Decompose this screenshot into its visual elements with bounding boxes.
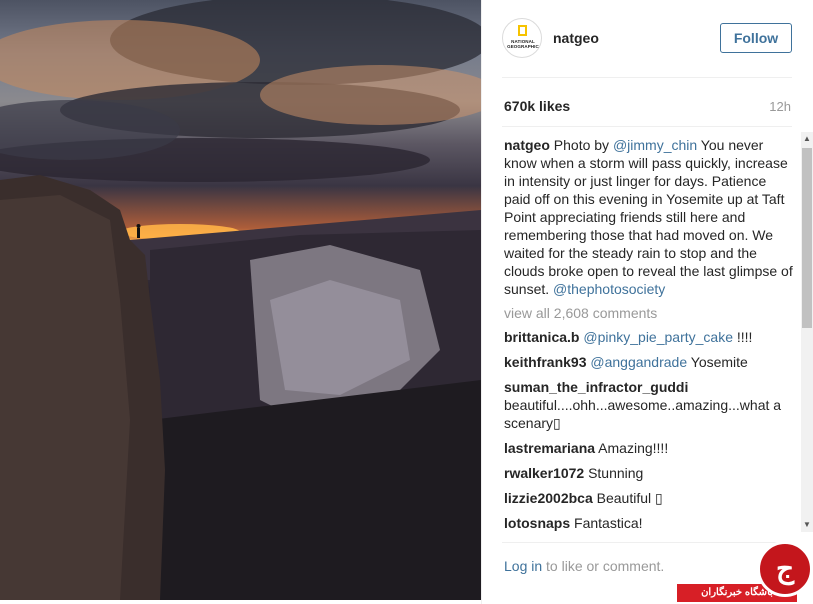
- comment-username[interactable]: rwalker1072: [504, 465, 584, 481]
- comment-username[interactable]: brittanica.b: [504, 329, 579, 345]
- comment-item: lastremariana Amazing!!!!: [504, 439, 794, 457]
- comment-mention[interactable]: @pinky_pie_party_cake: [583, 329, 733, 345]
- comment-mention[interactable]: @anggandrade: [590, 354, 687, 370]
- avatar-label: NATIONAL GEOGRAPHIC: [507, 39, 539, 49]
- comment-text: Beautiful ▯: [592, 490, 663, 506]
- post-header: NATIONAL GEOGRAPHIC natgeo Follow: [502, 18, 792, 60]
- login-prompt: Log in to like or comment.: [504, 558, 664, 574]
- caption-prefix: Photo by: [549, 137, 613, 153]
- scrollbar-thumb[interactable]: [802, 148, 812, 328]
- scroll-down-arrow-icon[interactable]: ▼: [801, 518, 813, 532]
- watermark-logo: باشگاه خبرنگاران ج: [677, 541, 813, 604]
- comment-text: Fantastica!: [570, 515, 643, 531]
- login-rest: to like or comment.: [542, 558, 665, 574]
- comment-username[interactable]: suman_the_infractor_guddi: [504, 379, 688, 395]
- view-all-comments-link[interactable]: view all 2,608 comments: [504, 304, 794, 322]
- comment-text: beautiful....ohh...awesome..amazing...wh…: [504, 397, 782, 431]
- watermark-emblem-icon: ج: [757, 541, 813, 597]
- comment-username[interactable]: lotosnaps: [504, 515, 570, 531]
- caption-username[interactable]: natgeo: [504, 137, 550, 153]
- caption-body: You never know when a storm will pass qu…: [504, 137, 793, 297]
- login-link[interactable]: Log in: [504, 558, 542, 574]
- comment-item: keithfrank93 @anggandrade Yosemite: [504, 353, 794, 371]
- comment-item: lizzie2002bca Beautiful ▯: [504, 489, 794, 507]
- yosemite-sunset-image: [0, 0, 481, 600]
- likes-divider: [502, 126, 792, 127]
- avatar[interactable]: NATIONAL GEOGRAPHIC: [502, 18, 542, 58]
- caption-tag[interactable]: @thephotosociety: [553, 281, 665, 297]
- comment-item: lotosnaps Fantastica!: [504, 514, 794, 532]
- caption-mention[interactable]: @jimmy_chin: [613, 137, 697, 153]
- comment-item: suman_the_infractor_guddi beautiful....o…: [504, 378, 794, 432]
- comment-username[interactable]: lizzie2002bca: [504, 490, 593, 506]
- scroll-up-arrow-icon[interactable]: ▲: [801, 132, 813, 146]
- header-divider: [502, 77, 792, 78]
- comment-text: Yosemite: [687, 354, 748, 370]
- comment-item: brittanica.b @pinky_pie_party_cake !!!!: [504, 328, 794, 346]
- comments-scrollbar[interactable]: ▲ ▼: [801, 132, 813, 532]
- follow-button[interactable]: Follow: [720, 23, 792, 53]
- post-timestamp[interactable]: 12h: [769, 99, 791, 114]
- post-details-panel: NATIONAL GEOGRAPHIC natgeo Follow 670k l…: [481, 0, 813, 604]
- caption: natgeo Photo by @jimmy_chin You never kn…: [504, 136, 794, 298]
- post-username[interactable]: natgeo: [553, 30, 599, 46]
- comment-username[interactable]: keithfrank93: [504, 354, 586, 370]
- natgeo-logo-icon: [518, 25, 527, 36]
- post-photo: [0, 0, 481, 600]
- comment-item: rwalker1072 Stunning: [504, 464, 794, 482]
- comments-section[interactable]: natgeo Photo by @jimmy_chin You never kn…: [504, 136, 794, 532]
- comment-text: Stunning: [584, 465, 644, 481]
- comment-text: Amazing!!!!: [595, 440, 669, 456]
- like-count[interactable]: 670k likes: [504, 98, 570, 114]
- comment-text: !!!!: [733, 329, 753, 345]
- comment-username[interactable]: lastremariana: [504, 440, 595, 456]
